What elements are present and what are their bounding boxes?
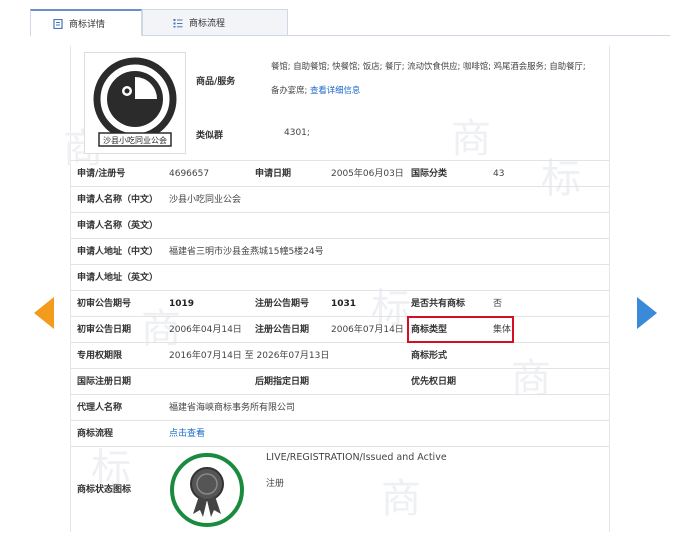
field-label: 申请人地址（英文） <box>77 273 159 283</box>
apply-date-value: 2005年06月03日 <box>331 169 404 179</box>
table-row: 国际注册日期 后期指定日期 优先权日期 <box>71 368 609 395</box>
field-label: 注册公告日期 <box>255 325 310 335</box>
field-label: 申请人名称（中文） <box>77 195 159 205</box>
field-label: 初审公告期号 <box>77 299 132 309</box>
field-label: 申请日期 <box>255 169 292 179</box>
field-label: 注册公告期号 <box>255 299 310 309</box>
table-row: 初审公告期号 1019 注册公告期号 1031 是否共有商标 否 <box>71 290 609 317</box>
address-cn-value: 福建省三明市沙县金燕城15幢5楼24号 <box>169 247 324 257</box>
field-label: 优先权日期 <box>411 377 457 387</box>
trademark-image: 沙县小吃同业公会 <box>84 52 186 154</box>
table-row: 申请人名称（英文） <box>71 212 609 239</box>
tab-label: 商标流程 <box>189 19 226 29</box>
field-label: 申请人地址（中文） <box>77 247 159 257</box>
reg-no-value: 4696657 <box>169 169 210 179</box>
applicant-cn-value: 沙县小吃同业公会 <box>169 195 242 205</box>
trademark-type-highlight <box>407 316 514 343</box>
field-label: 后期指定日期 <box>255 377 310 387</box>
agent-value: 福建省海峡商标事务所有限公司 <box>169 403 296 413</box>
watermark-icon: 商 <box>451 116 491 162</box>
tab-bar: 商标详情 商标流程 <box>30 9 670 36</box>
status-text-cn: 注册 <box>266 479 285 489</box>
field-label: 申请/注册号 <box>77 169 126 179</box>
table-row: 申请人地址（英文） <box>71 264 609 291</box>
table-row: 申请/注册号 4696657 申请日期 2005年06月03日 国际分类 43 <box>71 160 609 187</box>
table-row: 专用权期限 2016年07月14日 至 2026年07月13日 商标形式 <box>71 342 609 369</box>
table-row: 申请人名称（中文） 沙县小吃同业公会 <box>71 186 609 213</box>
field-label: 商标形式 <box>411 351 448 361</box>
tab-trademark-details[interactable]: 商标详情 <box>30 9 142 36</box>
view-process-link[interactable]: 点击查看 <box>169 421 205 447</box>
prelim-date-value: 2006年04月14日 <box>169 325 242 335</box>
tab-trademark-process[interactable]: 商标流程 <box>142 9 288 35</box>
field-label: 代理人名称 <box>77 403 123 413</box>
product-services-label: 商品/服务 <box>196 77 236 87</box>
next-arrow-icon[interactable] <box>637 297 657 329</box>
table-row: 商标流程 点击查看 <box>71 420 609 447</box>
tab-label: 商标详情 <box>69 20 106 30</box>
similar-group-label: 类似群 <box>196 131 224 141</box>
registration-badge-icon <box>170 453 244 527</box>
shared-value: 否 <box>493 299 503 309</box>
table-row: 代理人名称 福建省海峡商标事务所有限公司 <box>71 394 609 421</box>
list-icon <box>173 18 183 27</box>
reg-date-value: 2006年07月14日 <box>331 325 404 335</box>
table-row: 初审公告日期 2006年04月14日 注册公告日期 2006年07月14日 商标… <box>71 316 609 343</box>
exclusive-period-value: 2016年07月14日 至 2026年07月13日 <box>169 351 330 361</box>
status-text-en: LIVE/REGISTRATION/Issued and Active <box>266 452 447 463</box>
status-row: 商标状态图标 LIVE/REGISTRATION/Issued and Acti… <box>71 446 609 533</box>
field-label: 专用权期限 <box>77 351 123 361</box>
field-label: 商标状态图标 <box>77 485 132 495</box>
view-details-link[interactable]: 查看详细信息 <box>310 85 360 95</box>
product-services-list-cont: 备办宴席; <box>271 85 308 95</box>
trademark-detail-panel: 商 商 标 商 标 商 标 商 沙县小吃同业公会 商品/服务 餐馆; 自助餐馆;… <box>63 46 610 533</box>
field-label: 国际注册日期 <box>77 377 132 387</box>
product-services-list: 餐馆; 自助餐馆; 快餐馆; 饭店; 餐厅; 流动饮食供应; 咖啡馆; 鸡尾酒会… <box>271 61 586 71</box>
prelim-issue-value: 1019 <box>169 299 195 309</box>
similar-group-value: 4301; <box>284 128 310 138</box>
previous-arrow-icon[interactable] <box>34 297 54 329</box>
field-label: 初审公告日期 <box>77 325 132 335</box>
intl-class-value: 43 <box>493 169 505 179</box>
trademark-logo: 沙县小吃同业公会 <box>93 57 177 147</box>
field-label: 是否共有商标 <box>411 299 466 309</box>
logo-caption: 沙县小吃同业公会 <box>103 135 167 145</box>
reg-issue-value: 1031 <box>331 299 357 309</box>
field-label: 商标流程 <box>77 429 114 439</box>
table-row: 申请人地址（中文） 福建省三明市沙县金燕城15幢5楼24号 <box>71 238 609 265</box>
document-icon <box>53 18 63 29</box>
field-label: 国际分类 <box>411 169 448 179</box>
field-label: 申请人名称（英文） <box>77 221 159 231</box>
